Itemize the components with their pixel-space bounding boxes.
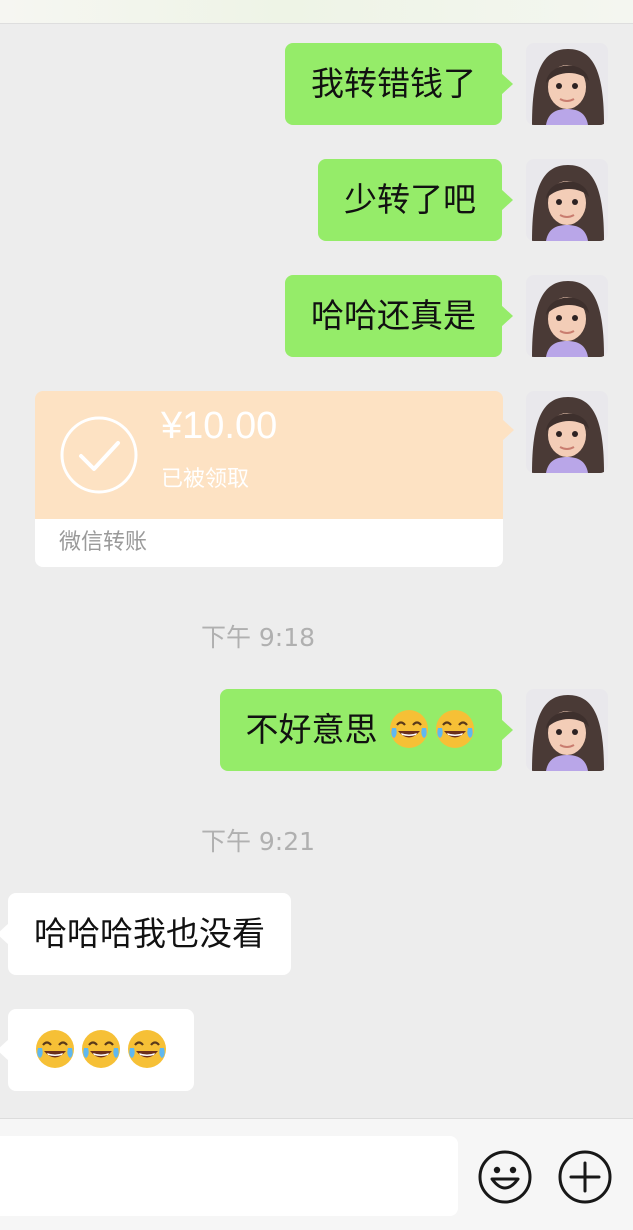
avatar[interactable] — [526, 689, 608, 771]
top-strip — [0, 0, 633, 24]
message-row: 不好意思 — [0, 689, 633, 771]
message-row: 哈哈还真是 — [0, 275, 633, 357]
timestamp: 下午 9:18 — [200, 623, 316, 652]
transfer-card-body: ¥10.00 已被领取 — [35, 391, 514, 519]
face-with-tears-of-joy-icon — [126, 1028, 168, 1070]
message-input[interactable] — [0, 1136, 458, 1216]
face-with-tears-of-joy-icon — [434, 708, 476, 750]
smiley-face-icon[interactable] — [477, 1149, 533, 1205]
message-text: 我转错钱了 — [311, 64, 476, 103]
face-with-tears-of-joy-icon — [388, 708, 430, 750]
transfer-amount: ¥10.00 — [161, 405, 278, 447]
incoming-message-bubble[interactable]: 哈哈哈我也没看 — [0, 893, 291, 975]
message-row — [0, 1009, 633, 1091]
avatar[interactable] — [526, 159, 608, 241]
transfer-label: 微信转账 — [35, 519, 503, 567]
avatar[interactable] — [526, 43, 608, 125]
outgoing-message-bubble[interactable]: 我转错钱了 — [285, 43, 513, 125]
outgoing-message-bubble[interactable]: 少转了吧 — [318, 159, 513, 241]
incoming-message-bubble[interactable] — [0, 1009, 194, 1091]
timestamp: 下午 9:21 — [200, 827, 316, 856]
plus-circle-icon[interactable] — [557, 1149, 613, 1205]
outgoing-message-bubble[interactable]: 哈哈还真是 — [285, 275, 513, 357]
message-row: 我转错钱了 — [0, 43, 633, 125]
outgoing-message-bubble[interactable]: 不好意思 — [219, 689, 513, 771]
check-circle-icon — [60, 416, 138, 494]
message-text: 哈哈还真是 — [311, 296, 476, 335]
avatar[interactable] — [526, 391, 608, 473]
message-text: 哈哈哈我也没看 — [34, 914, 265, 953]
input-bar — [0, 1118, 633, 1230]
face-with-tears-of-joy-icon — [80, 1028, 122, 1070]
message-row: 少转了吧 — [0, 159, 633, 241]
face-with-tears-of-joy-icon — [34, 1028, 76, 1070]
message-row: 哈哈哈我也没看 — [0, 893, 633, 975]
avatar[interactable] — [526, 275, 608, 357]
wechat-transfer-card[interactable]: ¥10.00 已被领取 微信转账 — [35, 391, 514, 567]
message-text: 不好意思 — [245, 710, 378, 749]
message-text: 少转了吧 — [344, 180, 476, 219]
transfer-row: ¥10.00 已被领取 微信转账 — [0, 391, 633, 567]
transfer-status: 已被领取 — [161, 467, 250, 492]
